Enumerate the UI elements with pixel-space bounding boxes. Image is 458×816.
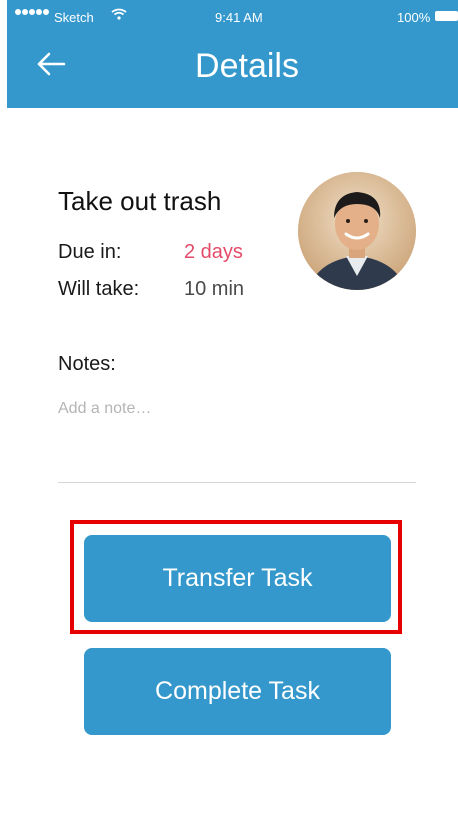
- task-title: Take out trash: [58, 186, 222, 216]
- app-header: Sketch 9:41 AM 100% Details: [7, 0, 458, 108]
- back-button[interactable]: [34, 47, 68, 81]
- avatar-image: [298, 172, 416, 290]
- battery-percentage: 100%: [397, 10, 431, 25]
- due-label: Due in:: [58, 241, 122, 263]
- highlight-box: [70, 520, 402, 634]
- status-time: 9:41 AM: [215, 10, 263, 25]
- notes-label: Notes:: [58, 353, 116, 375]
- complete-task-button[interactable]: Complete Task: [84, 648, 391, 735]
- status-bar: Sketch 9:41 AM 100%: [7, 0, 458, 34]
- assignee-avatar: [298, 172, 416, 290]
- due-value: 2 days: [184, 241, 243, 263]
- battery-icon: [435, 11, 458, 21]
- duration-label: Will take:: [58, 278, 140, 300]
- notes-divider: [58, 482, 416, 483]
- due-row: Due in: 2 days: [58, 241, 243, 264]
- wifi-icon: [111, 8, 127, 20]
- page-title: Details: [195, 47, 299, 85]
- duration-value: 10 min: [184, 278, 245, 300]
- carrier-label: Sketch: [54, 10, 94, 25]
- signal-strength-icon: [15, 9, 49, 15]
- note-input[interactable]: [58, 396, 416, 422]
- duration-row: Will take: 10 min: [58, 278, 244, 301]
- arrow-left-icon: [37, 52, 66, 76]
